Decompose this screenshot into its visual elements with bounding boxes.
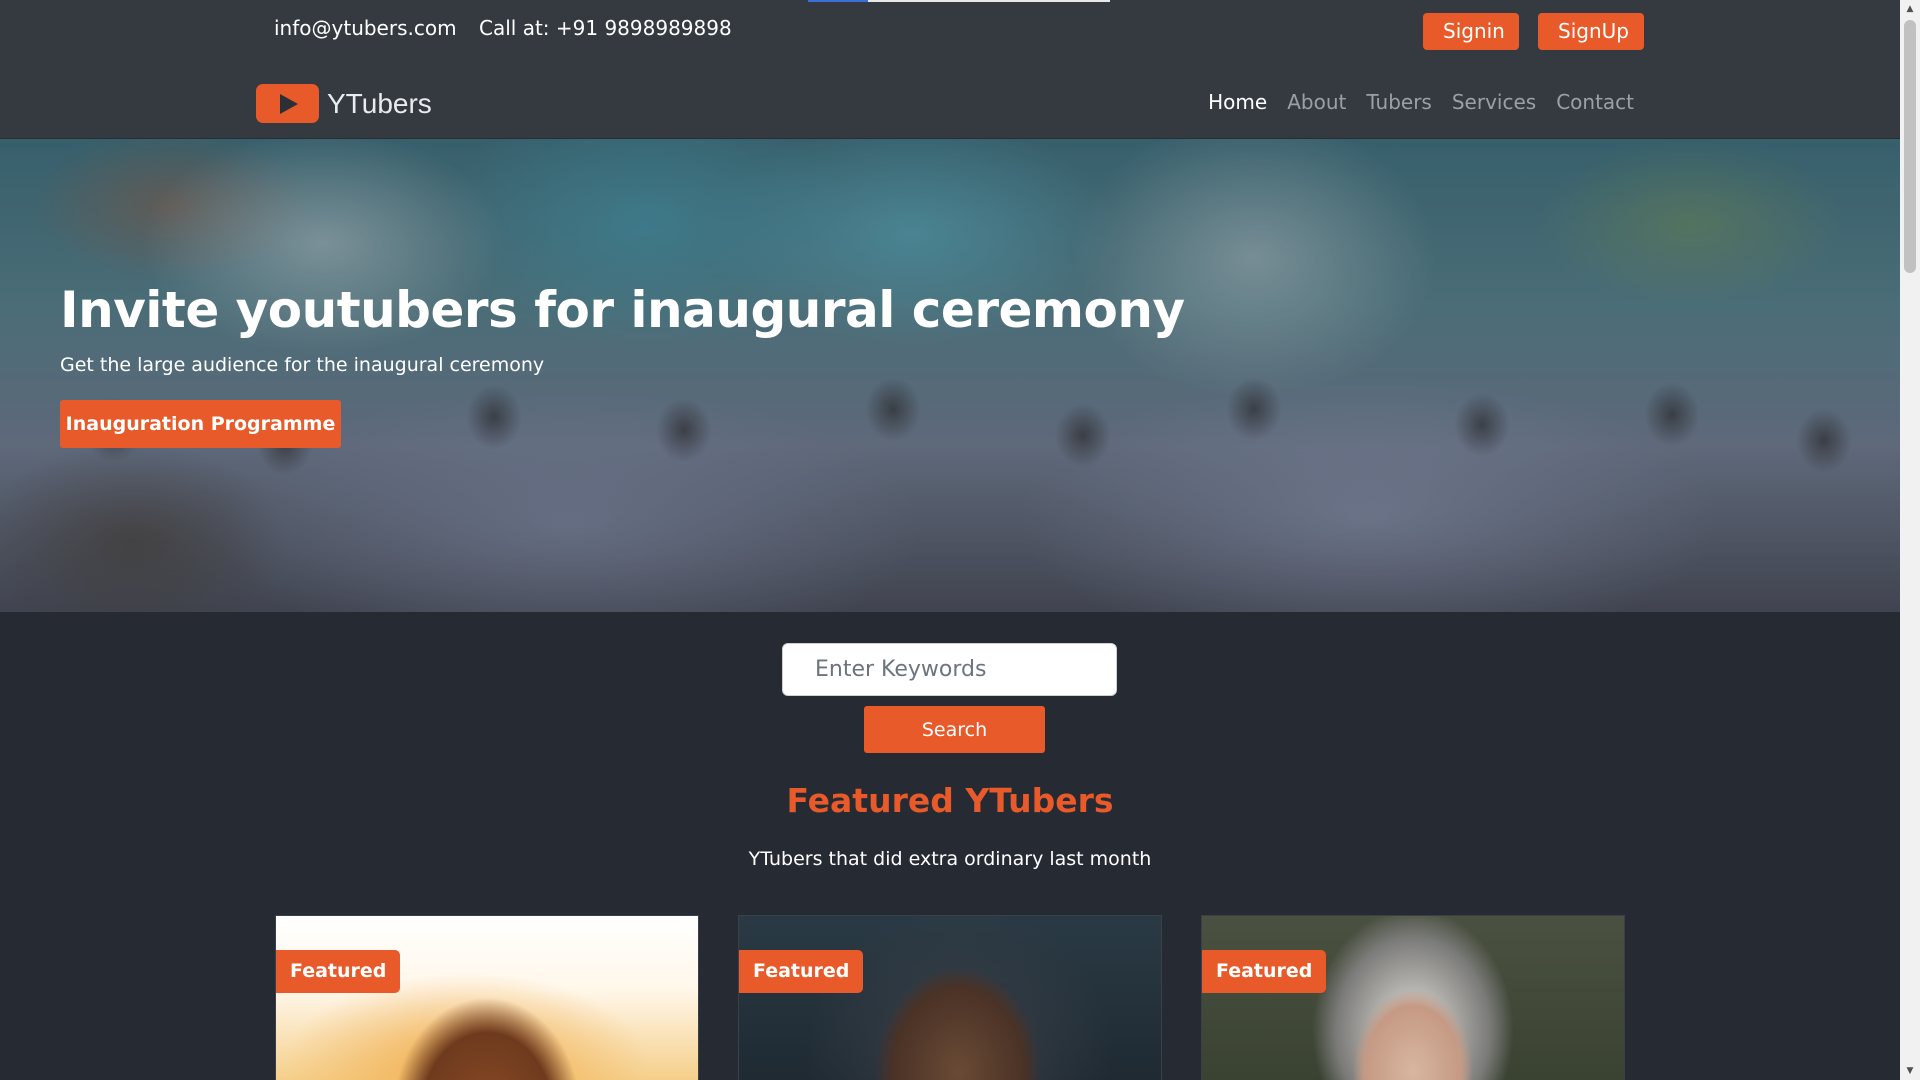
page-scrollbar[interactable]: ▲ ▼: [1900, 0, 1920, 1080]
featured-card[interactable]: Featured: [738, 915, 1162, 1080]
nav-link-tubers[interactable]: Tubers: [1366, 90, 1432, 114]
featured-card[interactable]: Featured: [275, 915, 699, 1080]
play-logo-icon: [256, 84, 319, 123]
contact-phone: Call at: +91 9898989898: [479, 16, 732, 40]
top-contact-bar: info@ytubers.com Call at: +91 9898989898…: [0, 0, 1900, 62]
nav-link-about[interactable]: About: [1287, 90, 1346, 114]
hero-banner: Invite youtubers for inaugural ceremony …: [0, 139, 1900, 612]
contact-email[interactable]: info@ytubers.com: [274, 16, 457, 40]
brand-link[interactable]: YTubers: [256, 84, 432, 123]
signin-button[interactable]: Signin: [1423, 13, 1519, 50]
scroll-down-arrow-icon[interactable]: ▼: [1900, 1062, 1920, 1080]
featured-badge: Featured: [1202, 950, 1327, 993]
search-button[interactable]: Search: [864, 706, 1045, 753]
nav-link-services[interactable]: Services: [1452, 90, 1536, 114]
featured-section-subtitle: YTubers that did extra ordinary last mon…: [748, 848, 1152, 870]
page-loading-bar: [808, 0, 1110, 2]
main-navbar: YTubers Home About Tubers Services Conta…: [0, 62, 1900, 139]
hero-subtitle: Get the large audience for the inaugural…: [60, 354, 545, 376]
nav-link-contact[interactable]: Contact: [1556, 90, 1634, 114]
nav-links: Home About Tubers Services Contact: [1208, 90, 1634, 114]
signup-button[interactable]: SignUp: [1538, 13, 1644, 50]
featured-card[interactable]: Featured: [1201, 915, 1625, 1080]
featured-section-title: Featured YTubers: [786, 781, 1114, 820]
featured-badge: Featured: [739, 950, 864, 993]
inauguration-programme-button[interactable]: Inauguration Programme: [60, 400, 341, 448]
brand-name: YTubers: [327, 87, 432, 119]
featured-badge: Featured: [276, 950, 401, 993]
scroll-up-arrow-icon[interactable]: ▲: [1900, 0, 1920, 18]
keyword-search-input[interactable]: [782, 643, 1117, 696]
hero-title: Invite youtubers for inaugural ceremony: [60, 281, 1185, 339]
nav-link-home[interactable]: Home: [1208, 90, 1267, 114]
scrollbar-thumb[interactable]: [1904, 20, 1916, 273]
